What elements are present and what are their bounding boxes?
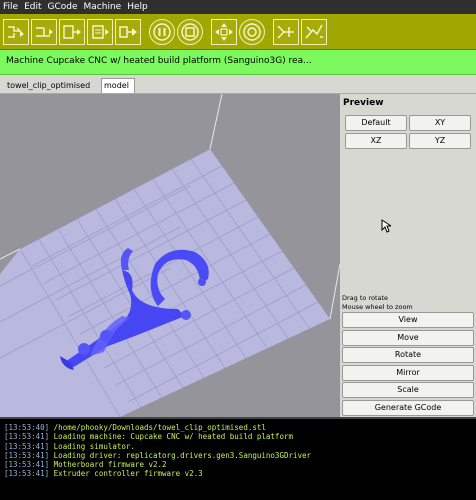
model-viewport[interactable] <box>0 94 340 417</box>
log-line: [13:53:41] Extruder controller firmware … <box>4 469 203 479</box>
rotate-button[interactable]: Rotate <box>342 347 474 363</box>
log-line: [13:53:41] Loading driver: replicatorg.d… <box>4 450 312 460</box>
xy-view-button[interactable]: XY <box>409 115 471 131</box>
rotate-button[interactable] <box>239 18 265 45</box>
stop-button[interactable] <box>177 18 203 45</box>
preview-title: Preview <box>343 98 384 108</box>
menu-edit[interactable]: Edit <box>24 2 41 12</box>
build-platform <box>0 149 330 417</box>
connect-icon <box>8 25 24 38</box>
log-line: [13:53:41] Motherboard firmware v2.2 <box>4 460 167 470</box>
tab-bar: towel_clip_optimised model <box>0 75 476 94</box>
build-icon <box>92 24 109 39</box>
mirror-button[interactable]: Mirror <box>342 365 474 381</box>
xz-view-button[interactable]: XZ <box>345 133 407 149</box>
jog-control-icon <box>215 22 233 41</box>
view-button[interactable]: View <box>342 312 474 328</box>
connect-button[interactable] <box>3 18 29 45</box>
mouse-pointer-icon <box>381 219 391 233</box>
volume-edge <box>329 263 340 320</box>
toggle-machine-button[interactable] <box>273 18 299 45</box>
log-line: [13:53:40] /home/phooky/Downloads/towel_… <box>4 423 266 432</box>
menu-help[interactable]: Help <box>127 2 148 12</box>
upload-icon <box>63 24 81 39</box>
tab-gcode-file[interactable]: towel_clip_optimised <box>4 79 93 94</box>
menu-machine[interactable]: Machine <box>84 2 122 12</box>
toggle-relay-button[interactable] <box>301 18 327 45</box>
toggle-machine-icon <box>277 24 294 39</box>
build-platform-view <box>0 94 340 417</box>
toggle-relay-icon <box>305 24 323 38</box>
menu-bar: File Edit GCode Machine Help <box>0 0 476 14</box>
help-rotate: Drag to rotate <box>342 294 389 302</box>
build-to-file-button[interactable] <box>115 18 141 45</box>
reset-icon <box>36 26 53 37</box>
scale-button[interactable]: Scale <box>342 382 474 398</box>
log-line: [13:53:41] Loading machine: Cupcake CNC … <box>4 432 293 442</box>
generate-gcode-button[interactable]: Generate GCode <box>342 400 474 416</box>
toolbar <box>0 14 476 50</box>
menu-file[interactable]: File <box>3 2 18 12</box>
reset-button[interactable] <box>31 18 57 45</box>
rotate-icon <box>243 22 261 41</box>
pause-icon <box>153 22 171 41</box>
build-button[interactable] <box>87 18 113 45</box>
stop-icon <box>181 22 199 41</box>
help-zoom: Mouse wheel to zoom <box>342 303 413 311</box>
preview-panel: Preview Default XY XZ YZ Drag to rotate … <box>340 94 476 417</box>
jog-control-button[interactable] <box>211 18 237 45</box>
machine-status-bar: Machine Cupcake CNC w/ heated build plat… <box>0 50 476 75</box>
tab-model[interactable]: model <box>101 78 135 93</box>
volume-edge <box>209 94 223 150</box>
pause-button[interactable] <box>149 18 175 45</box>
build-to-file-icon <box>119 25 137 38</box>
upload-button[interactable] <box>59 18 85 45</box>
yz-view-button[interactable]: YZ <box>409 133 471 149</box>
menu-gcode[interactable]: GCode <box>48 2 78 12</box>
log-line: [13:53:41] Loading simulator. <box>4 441 135 451</box>
move-button[interactable]: Move <box>342 330 474 346</box>
console-log[interactable]: [13:53:40] /home/phooky/Downloads/towel_… <box>0 417 476 500</box>
default-view-button[interactable]: Default <box>345 115 407 131</box>
